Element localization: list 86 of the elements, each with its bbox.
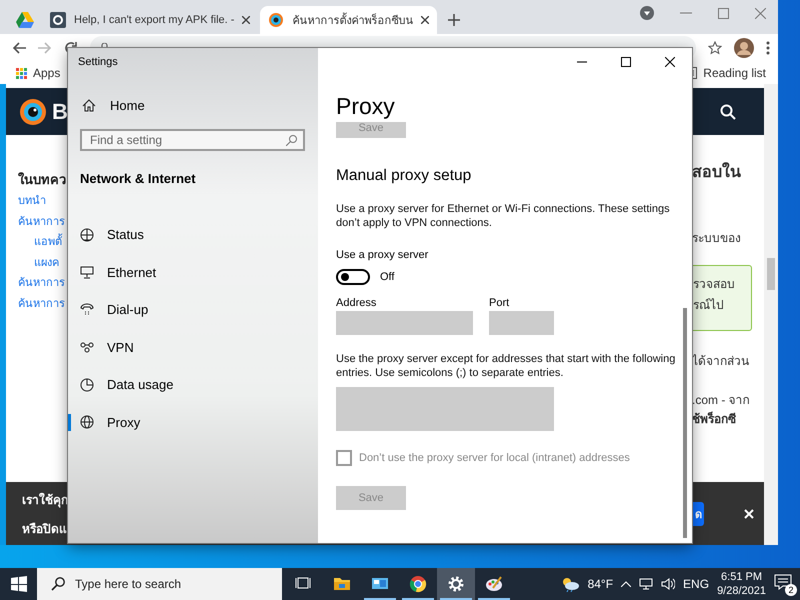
close-icon[interactable] — [665, 57, 675, 67]
scrollbar-thumb[interactable] — [767, 258, 775, 290]
article-heading: สอบใน — [691, 161, 742, 183]
avatar-icon[interactable] — [734, 38, 754, 58]
toc-link[interactable]: แอพตั้ — [34, 232, 62, 252]
clock[interactable]: 6:51 PM 9/28/2021 — [717, 570, 766, 598]
bookmark-link[interactable]: Apps — [33, 66, 60, 80]
search-icon[interactable] — [720, 104, 736, 120]
drive-icon[interactable] — [16, 12, 34, 28]
toc-link[interactable]: ค้นหาการ — [18, 212, 65, 232]
browser-tab[interactable]: Help, I can't export my APK file. - — [42, 6, 258, 34]
toggle-label: Use a proxy server — [336, 249, 428, 261]
home-icon[interactable] — [82, 98, 96, 112]
article-text: ระบบของ — [691, 230, 742, 247]
toggle-switch[interactable] — [336, 269, 370, 285]
globe-icon — [80, 415, 94, 430]
bookmark-link[interactable]: Reading list — [703, 66, 766, 80]
gear-icon — [447, 575, 465, 593]
nav-item[interactable]: Data usage — [68, 366, 318, 404]
callout-text: รณ์ไป — [693, 297, 725, 314]
search-icon — [286, 134, 297, 146]
article-text: ช้พร็อกซี — [691, 410, 737, 428]
nav-item[interactable]: Dial-up — [68, 291, 318, 328]
description-text: Use a proxy server for Ethernet or Wi-Fi connections. These settings don’t apply to VPN connections. — [336, 202, 671, 230]
folder-icon — [333, 575, 351, 593]
chrome-icon — [409, 575, 427, 593]
search-icon — [51, 577, 65, 591]
checkbox-label: Don’t use the proxy server for local (intranet) addresses — [359, 452, 630, 464]
notification-badge: 2 — [785, 584, 797, 596]
menu-icon[interactable] — [766, 41, 770, 55]
scrollbar-thumb[interactable] — [683, 308, 687, 538]
vpn-icon — [80, 340, 94, 354]
phone-icon — [80, 302, 94, 317]
star-icon[interactable] — [708, 41, 722, 55]
ring-logo-icon — [20, 98, 46, 124]
palette-icon — [485, 575, 503, 593]
page-title: Proxy — [335, 92, 396, 121]
maximize-icon[interactable] — [621, 57, 631, 67]
exceptions-field[interactable] — [336, 387, 554, 431]
callout-text: รวจสอบ — [693, 276, 736, 293]
start-icon[interactable] — [10, 576, 26, 592]
section-heading: Manual proxy setup — [336, 167, 472, 185]
article-text: ได้จากส่วน — [691, 353, 750, 370]
nav-item[interactable]: Ethernet — [68, 254, 318, 291]
taskbar-app[interactable] — [437, 568, 475, 600]
nav-item[interactable]: Proxy — [68, 404, 318, 441]
toc-link[interactable]: ค้นหาการ — [18, 294, 65, 314]
toc-heading: ในบทคว — [18, 171, 67, 189]
toc-link[interactable]: แผงค — [34, 252, 59, 273]
page-icon — [50, 12, 66, 28]
close-icon[interactable] — [242, 16, 250, 24]
dropdown-icon[interactable] — [640, 6, 654, 20]
site-logo-text: B — [52, 98, 68, 124]
toc-link[interactable]: ค้นหาการ — [18, 273, 65, 294]
close-icon[interactable] — [421, 16, 430, 24]
description-text: Use the proxy server except for addresses that start with the following entries. Use semicolons (;) to separate entries. — [336, 352, 676, 380]
field-label: Port — [489, 297, 510, 309]
section-heading: Network & Internet — [79, 170, 197, 187]
language-indicator[interactable]: ENG — [683, 577, 710, 591]
nav-item[interactable]: Home — [110, 98, 145, 112]
address-field[interactable] — [336, 311, 473, 335]
search-field[interactable]: Type here to search — [37, 568, 282, 600]
back-icon[interactable] — [12, 42, 26, 54]
apps-icon[interactable] — [16, 68, 27, 78]
monitor-icon — [80, 265, 94, 280]
chevron-icon[interactable] — [621, 581, 632, 587]
ring-logo-icon — [268, 12, 284, 28]
network-icon[interactable] — [639, 578, 654, 590]
search-field[interactable]: Find a setting — [80, 129, 305, 151]
nav-item[interactable]: VPN — [68, 328, 318, 366]
toc-link[interactable]: บทนำ — [18, 191, 46, 212]
browser-tab[interactable]: ค้นหาการตั้งค่าพร็อกซีบน — [260, 6, 438, 34]
cookie-text: หรือปิดแ — [22, 520, 68, 538]
toggle-state: Off — [380, 271, 394, 283]
port-field[interactable] — [489, 311, 554, 335]
article-text: .com - จาก — [691, 392, 751, 409]
cookie-text: เราใช้คุก — [22, 492, 68, 508]
new-tab-icon[interactable] — [448, 14, 460, 26]
window-title: Settings — [78, 56, 118, 68]
volume-icon[interactable] — [661, 578, 676, 590]
field-label: Address — [336, 297, 378, 309]
temperature-text: 84°F — [588, 577, 614, 591]
pie-chart-icon — [80, 378, 94, 392]
accept-button[interactable]: ด — [692, 502, 704, 526]
globe-monitor-icon — [80, 228, 94, 242]
nav-item[interactable]: Status — [68, 216, 318, 254]
